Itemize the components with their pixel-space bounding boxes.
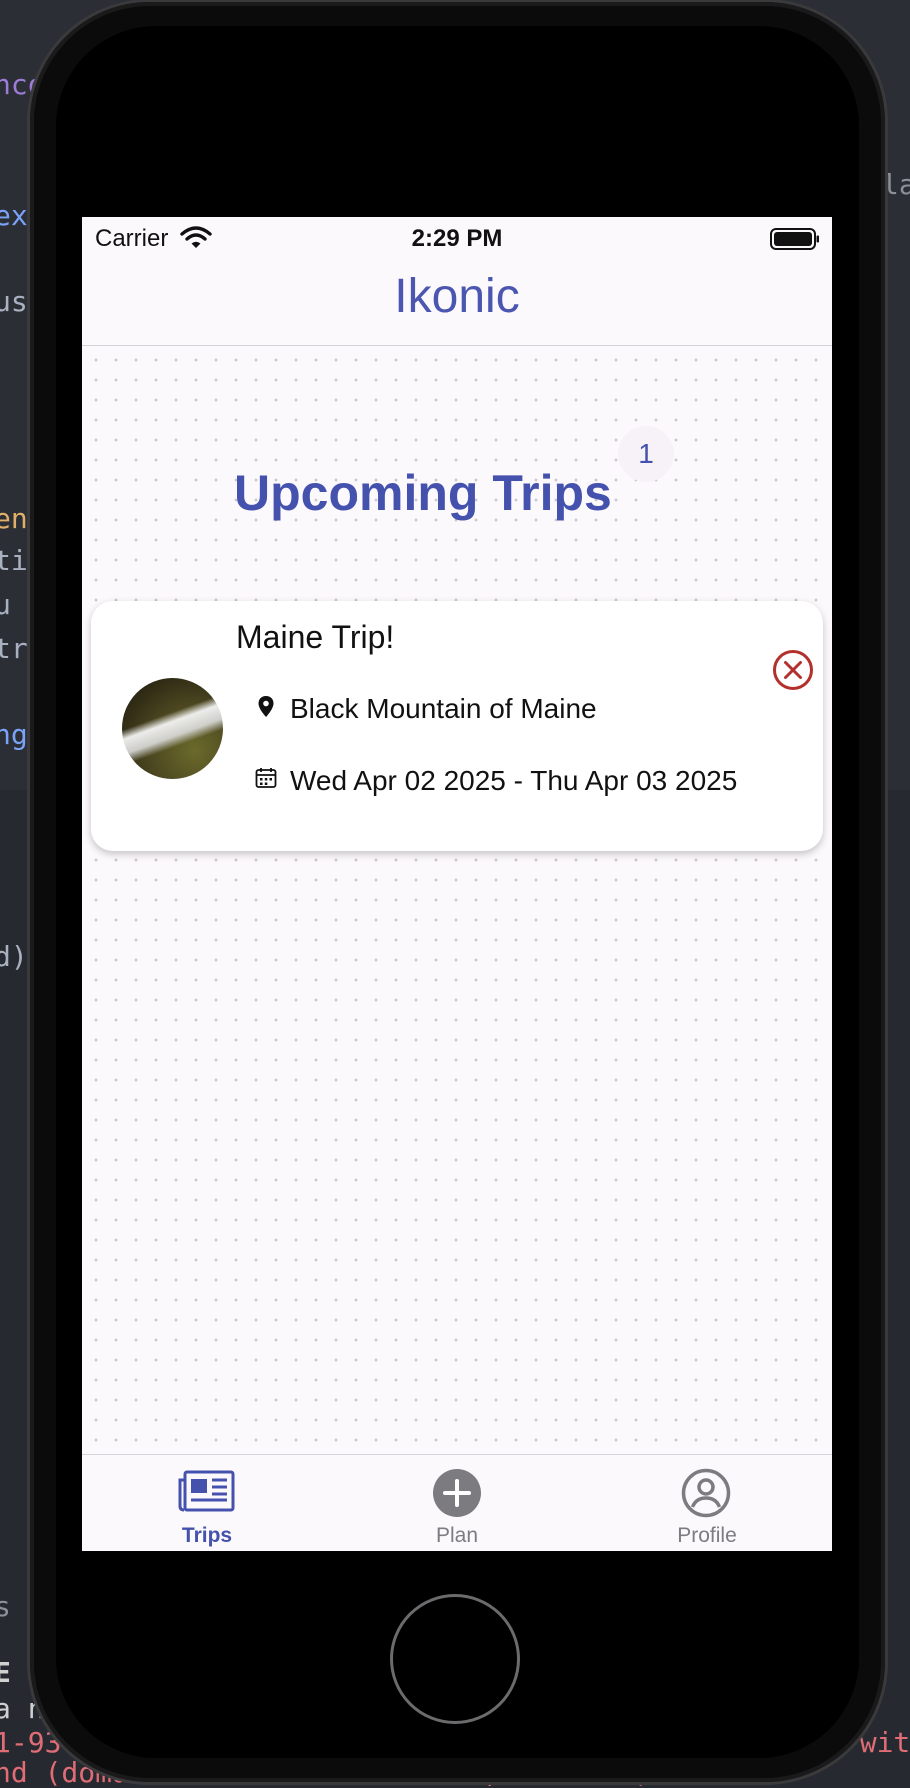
- tab-plan[interactable]: Plan: [332, 1455, 582, 1551]
- tab-trips-label: Trips: [181, 1524, 233, 1547]
- status-bar: Carrier 2:29 PM: [82, 217, 832, 257]
- plus-circle-icon: [432, 1468, 482, 1523]
- code-line: tr: [0, 632, 28, 665]
- trip-dates: Wed Apr 02 2025 - Thu Apr 03 2025: [290, 765, 738, 796]
- profile-icon: [681, 1468, 731, 1523]
- status-time: 2:29 PM: [411, 225, 503, 252]
- code-line: lac: [882, 168, 910, 201]
- delete-trip-icon[interactable]: [772, 649, 814, 696]
- code-line: d): [0, 940, 28, 973]
- battery-icon: [770, 227, 820, 256]
- trip-count-badge: 1: [618, 426, 674, 482]
- trip-name: Maine Trip!: [236, 619, 395, 655]
- section-title: Upcoming Trips: [234, 465, 612, 521]
- code-line: s: [0, 1590, 11, 1623]
- tab-plan-label: Plan: [435, 1524, 479, 1547]
- trip-location: Black Mountain of Maine: [290, 693, 597, 724]
- tab-profile[interactable]: Profile: [582, 1455, 832, 1551]
- code-line: ti: [0, 544, 28, 577]
- trips-content[interactable]: Upcoming Trips 1 Maine Trip! Black Mount…: [82, 346, 832, 1454]
- tab-profile-label: Profile: [677, 1524, 737, 1547]
- navigation-bar: Ikonic: [82, 257, 832, 346]
- tab-trips[interactable]: Trips: [82, 1455, 332, 1551]
- app-title: Ikonic: [394, 270, 520, 323]
- app-screen: Carrier 2:29 PM Ikonic Upcoming Trips 1 …: [82, 217, 832, 1551]
- code-line: en: [0, 502, 28, 535]
- trip-photo: [122, 678, 223, 779]
- code-line: u: [0, 588, 11, 621]
- newspaper-icon: [178, 1470, 236, 1517]
- tab-bar: Trips Plan Profile: [82, 1454, 832, 1551]
- location-pin-icon: [257, 695, 275, 724]
- code-line: E: [0, 1656, 11, 1689]
- code-line: ng: [0, 718, 28, 751]
- home-button[interactable]: [390, 1594, 520, 1724]
- calendar-icon: [255, 767, 277, 794]
- trip-card[interactable]: Maine Trip! Black Mountain of Maine Wed …: [91, 601, 823, 851]
